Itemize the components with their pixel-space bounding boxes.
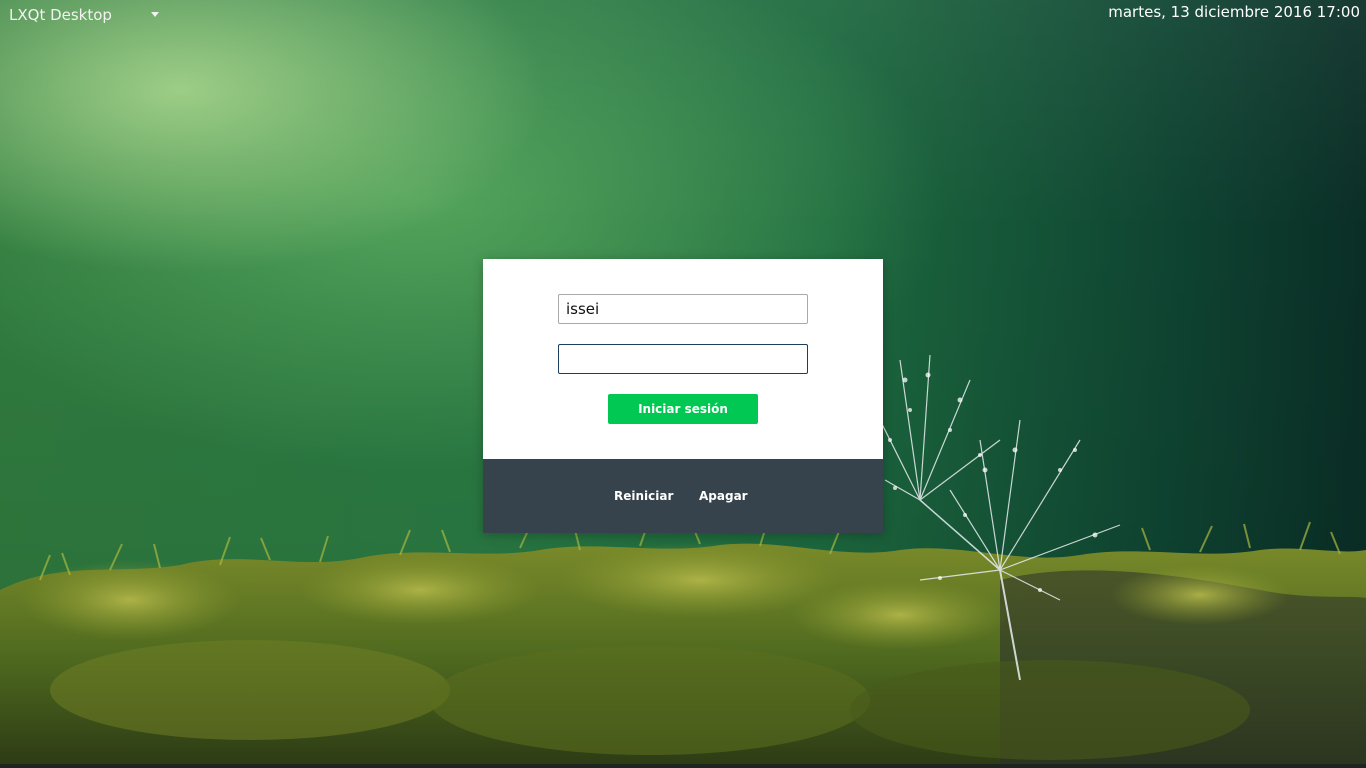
username-field[interactable] xyxy=(558,294,808,324)
moss-wallpaper-art xyxy=(0,520,1366,768)
session-label: LXQt Desktop xyxy=(9,6,112,24)
password-field[interactable] xyxy=(558,344,808,374)
shutdown-button[interactable]: Apagar xyxy=(699,488,748,504)
login-screen: LXQt Desktop martes, 13 diciembre 2016 1… xyxy=(0,0,1366,768)
login-button[interactable]: Iniciar sesión xyxy=(608,394,758,424)
login-form: Iniciar sesión xyxy=(483,259,883,459)
restart-button[interactable]: Reiniciar xyxy=(614,488,673,504)
chevron-down-icon[interactable] xyxy=(151,12,159,17)
date-time-clock: martes, 13 diciembre 2016 17:00 xyxy=(1108,3,1360,21)
power-options-bar: Reiniciar Apagar xyxy=(483,459,883,533)
bottom-edge xyxy=(0,764,1366,768)
dandelion-wallpaper-art xyxy=(879,354,1121,681)
login-panel: Iniciar sesión Reiniciar Apagar xyxy=(483,259,883,533)
top-bar: LXQt Desktop martes, 13 diciembre 2016 1… xyxy=(0,0,1366,30)
session-selector[interactable]: LXQt Desktop xyxy=(9,4,169,26)
